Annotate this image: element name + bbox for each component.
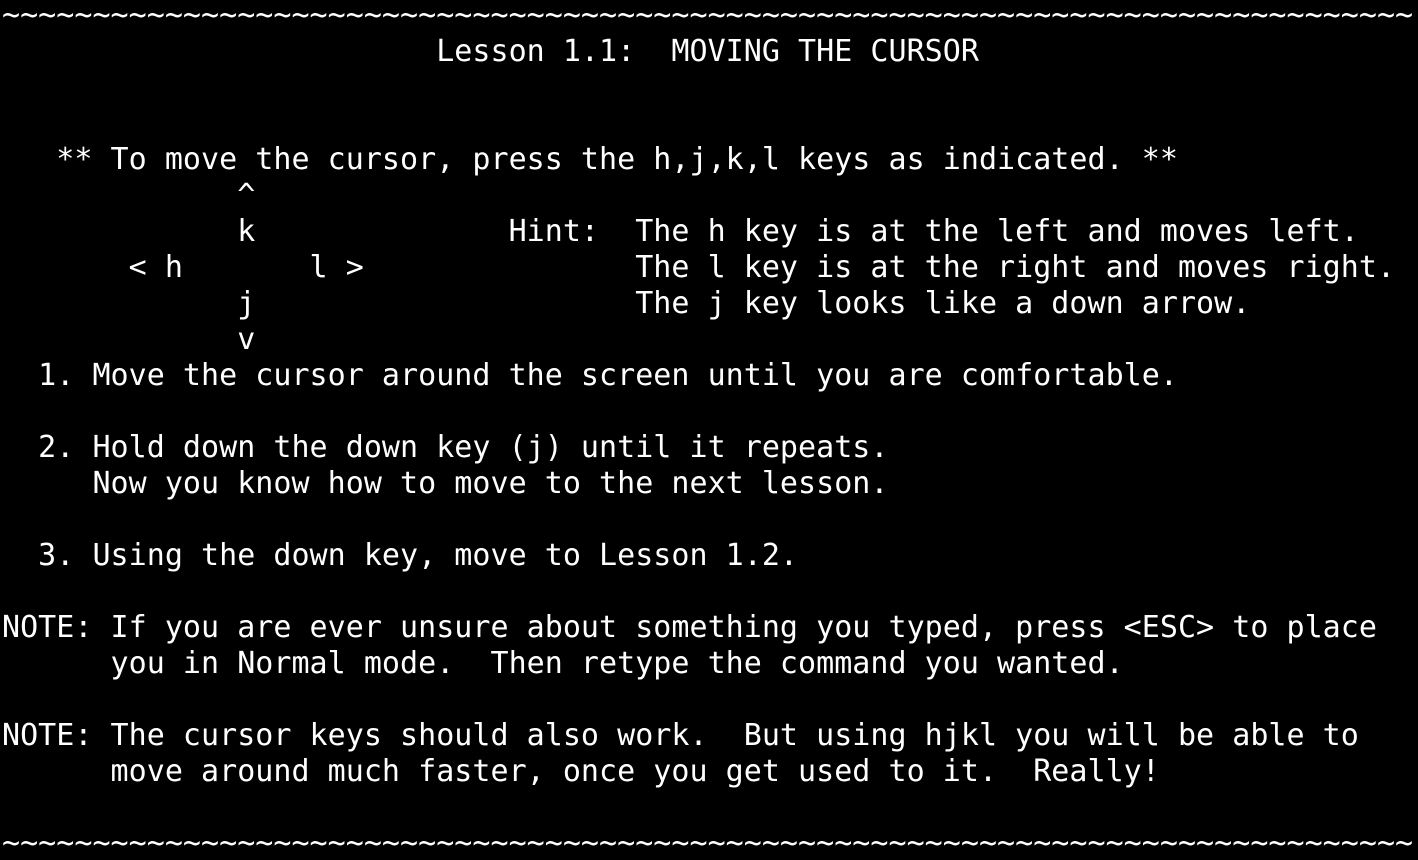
border-bottom: ~~~~~~~~~~~~~~~~~~~~~~~~~~~~~~~~~~~~~~~~… — [2, 826, 1414, 860]
terminal-window[interactable]: ~~~~~~~~~~~~~~~~~~~~~~~~~~~~~~~~~~~~~~~~… — [2, 0, 1418, 860]
key-diagram-up-arrow: ^ — [2, 178, 256, 213]
note-1-continued: you in Normal mode. Then retype the comm… — [2, 646, 1124, 681]
key-diagram-h-l-hint-l: < h l > The l key is at the right and mo… — [2, 250, 1396, 285]
step-2: 2. Hold down the down key (j) until it r… — [2, 430, 889, 465]
lesson-summary: ** To move the cursor, press the h,j,k,l… — [2, 142, 1178, 177]
border-top: ~~~~~~~~~~~~~~~~~~~~~~~~~~~~~~~~~~~~~~~~… — [2, 0, 1414, 33]
note-1: NOTE: If you are ever unsure about somet… — [2, 610, 1377, 645]
key-diagram-j-hint-j: j The j key looks like a down arrow. — [2, 286, 1251, 321]
lesson-title: Lesson 1.1: MOVING THE CURSOR — [2, 34, 979, 69]
note-2-continued: move around much faster, once you get us… — [2, 754, 1160, 789]
step-3: 3. Using the down key, move to Lesson 1.… — [2, 538, 799, 573]
key-diagram-down-arrow: v — [2, 322, 256, 357]
note-2: NOTE: The cursor keys should also work. … — [2, 718, 1359, 753]
key-diagram-k-hint-h: k Hint: The h key is at the left and mov… — [2, 214, 1359, 249]
step-2-continued: Now you know how to move to the next les… — [2, 466, 889, 501]
step-1: 1. Move the cursor around the screen unt… — [2, 358, 1178, 393]
